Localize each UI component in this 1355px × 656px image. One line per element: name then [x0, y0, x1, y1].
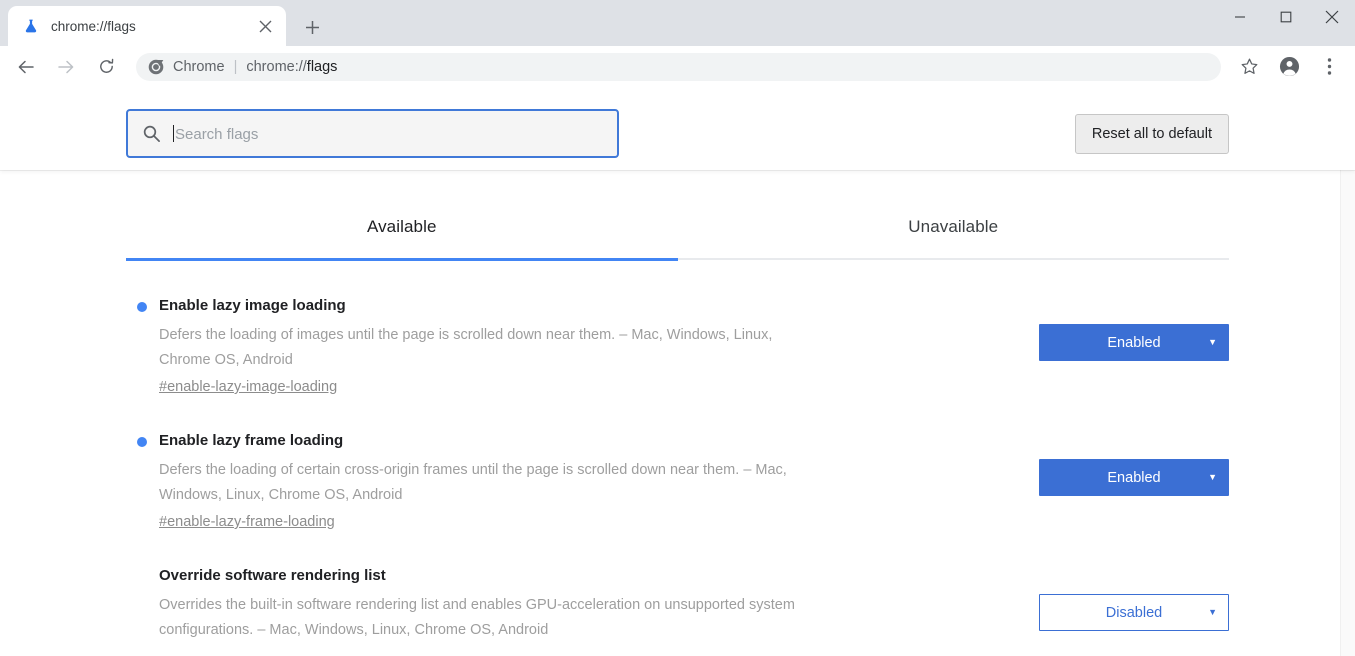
search-placeholder-text: Search flags — [175, 125, 259, 143]
chrome-logo-icon — [148, 59, 164, 75]
search-header-row: Search flags Reset all to default — [126, 109, 1229, 158]
maximize-button[interactable] — [1263, 0, 1309, 34]
flag-permalink[interactable]: #enable-lazy-image-loading — [159, 379, 337, 395]
flags-list: Enable lazy image loading Defers the loa… — [126, 296, 1229, 643]
three-dot-menu-icon[interactable] — [1312, 50, 1346, 84]
minimize-button[interactable] — [1217, 0, 1263, 34]
search-placeholder: Search flags — [173, 124, 259, 143]
flags-tab-bar: Available Unavailable — [126, 217, 1229, 258]
tab-strip: chrome://flags — [0, 0, 1355, 46]
flag-description: Overrides the built-in software renderin… — [159, 597, 795, 638]
flag-control: Enabled ▼ — [1039, 431, 1229, 496]
page-scrollbar[interactable] — [1340, 97, 1355, 656]
text-caret — [173, 124, 174, 142]
flag-permalink[interactable]: #enable-lazy-frame-loading — [159, 514, 335, 530]
chevron-down-icon: ▼ — [1208, 607, 1217, 617]
modified-dot-icon — [137, 302, 147, 312]
flag-state-select[interactable]: Enabled ▼ — [1039, 459, 1229, 496]
browser-toolbar: Chrome | chrome://flags — [0, 46, 1355, 88]
omnibox-url: chrome://flags — [246, 59, 337, 75]
flags-search-header: Search flags Reset all to default — [0, 97, 1355, 170]
close-icon[interactable] — [252, 13, 278, 39]
forward-arrow-icon — [49, 50, 83, 84]
flag-info: Enable lazy frame loading Defers the loa… — [126, 431, 826, 531]
flag-state-select[interactable]: Disabled ▼ — [1039, 594, 1229, 631]
tab-indicator-track — [126, 257, 1229, 261]
search-icon — [142, 124, 162, 143]
star-icon[interactable] — [1232, 50, 1266, 84]
tab-available[interactable]: Available — [126, 217, 678, 258]
flag-info: Enable lazy image loading Defers the loa… — [126, 296, 826, 396]
browser-window: chrome://flags Chrome | chrome://flags S… — [0, 0, 1355, 656]
flag-title: Enable lazy image loading — [159, 297, 346, 314]
omnibox-scheme-label: Chrome — [173, 58, 225, 75]
flags-content: Available Unavailable Enable lazy image … — [126, 217, 1229, 643]
flag-state-select[interactable]: Enabled ▼ — [1039, 324, 1229, 361]
search-input[interactable]: Search flags — [126, 109, 619, 158]
flag-row: Enable lazy image loading Defers the loa… — [126, 296, 1229, 396]
flag-control: Disabled ▼ — [1039, 566, 1229, 631]
flag-state-value: Disabled — [1105, 604, 1163, 621]
flag-description: Defers the loading of images until the p… — [159, 327, 773, 368]
omnibox-separator: | — [233, 58, 238, 75]
tab-title: chrome://flags — [51, 18, 136, 34]
omnibox-url-prefix: chrome:// — [246, 58, 307, 75]
flag-row: Override software rendering list Overrid… — [126, 566, 1229, 643]
flask-icon — [22, 17, 40, 35]
account-icon[interactable] — [1272, 50, 1306, 84]
chevron-down-icon: ▼ — [1208, 337, 1217, 347]
reset-all-to-default-button[interactable]: Reset all to default — [1074, 113, 1229, 154]
flag-row: Enable lazy frame loading Defers the loa… — [126, 431, 1229, 531]
modified-dot-icon — [137, 437, 147, 447]
flag-title: Override software rendering list — [159, 567, 386, 584]
chevron-down-icon: ▼ — [1208, 472, 1217, 482]
flag-description: Defers the loading of certain cross-orig… — [159, 462, 787, 503]
browser-tab[interactable]: chrome://flags — [8, 6, 286, 46]
back-arrow-icon[interactable] — [9, 50, 43, 84]
flags-page: Search flags Reset all to default Availa… — [0, 97, 1355, 656]
flag-state-value: Enabled — [1107, 334, 1161, 351]
close-button[interactable] — [1309, 0, 1355, 34]
omnibox-url-emphasis: flags — [306, 58, 338, 75]
flag-info: Override software rendering list Overrid… — [126, 566, 826, 643]
window-controls — [1217, 0, 1355, 46]
flag-title: Enable lazy frame loading — [159, 432, 344, 449]
new-tab-button[interactable] — [296, 11, 328, 43]
reload-icon[interactable] — [89, 50, 123, 84]
tab-unavailable[interactable]: Unavailable — [678, 217, 1230, 258]
address-bar[interactable]: Chrome | chrome://flags — [136, 52, 1221, 81]
flag-state-value: Enabled — [1107, 469, 1161, 486]
flag-control: Enabled ▼ — [1039, 296, 1229, 361]
